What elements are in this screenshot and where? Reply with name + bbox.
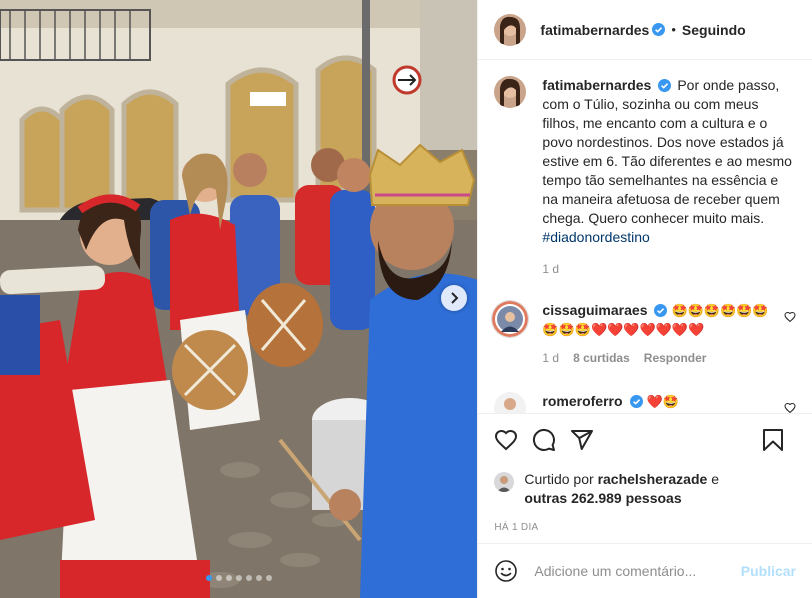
chevron-right-icon [451,292,459,304]
liked-by-text: Curtido por rachelsherazade e outras 262… [524,470,719,508]
comment-body: cissaguimaraes 🤩🤩🤩🤩🤩🤩🤩🤩🤩❤️❤️❤️❤️❤️❤️❤️ 1 … [542,301,772,368]
commenter-avatar-image [494,392,527,413]
like-button[interactable] [494,428,518,452]
carousel-dot [225,575,232,581]
comment-time[interactable]: 1 d [542,349,559,368]
commenter-avatar[interactable] [494,392,527,413]
author-avatar-image [494,13,527,46]
author-avatar[interactable] [494,13,527,46]
carousel-next-button[interactable] [441,285,467,311]
liked-by-and: e [711,471,719,487]
commenter-avatar-image [492,301,529,337]
publish-button[interactable]: Publicar [741,563,796,579]
share-button[interactable] [570,428,594,452]
comment-body: romeroferro ❤️🤩 [542,392,772,413]
reply-button[interactable]: Responder [644,349,707,368]
comment-likes[interactable]: 8 curtidas [573,349,630,368]
heart-icon [495,429,518,451]
comment-like-heart-icon[interactable] [784,311,796,323]
share-icon [571,430,594,450]
comment-input[interactable] [532,562,741,580]
verified-icon [652,23,666,36]
author-avatar-image [494,76,527,108]
verified-icon [629,395,643,408]
bookmark-icon [763,429,783,451]
save-button[interactable] [762,428,784,452]
emoji-icon[interactable] [494,559,518,583]
comment-meta: 1 d 8 curtidas Responder [542,349,772,368]
post-photo[interactable] [0,0,478,598]
comment-username[interactable]: romeroferro [542,393,622,409]
comment-item: cissaguimaraes 🤩🤩🤩🤩🤩🤩🤩🤩🤩❤️❤️❤️❤️❤️❤️❤️ 1 … [492,301,796,368]
carousel-dot [265,575,272,581]
commenter-avatar[interactable] [492,301,529,337]
header-separator: • [671,22,676,37]
verified-icon [654,304,668,317]
carousel-indicator [0,575,477,581]
photo-illustration [0,0,478,598]
post-modal: fatimabernardes • Seguindo fatimabernard… [0,0,812,598]
caption-time[interactable]: 1 d [542,260,794,279]
carousel-dot [205,575,212,581]
add-comment-bar: Publicar [478,543,812,598]
author-username[interactable]: fatimabernardes [540,22,649,38]
post-header: fatimabernardes • Seguindo [478,0,812,60]
liker-avatar[interactable] [494,472,515,492]
carousel-dot [215,575,222,581]
liked-by: Curtido por rachelsherazade e outras 262… [478,466,812,508]
comments-list: fatimabernardes Por onde passo, com o Túl… [478,60,812,413]
comment-item: romeroferro ❤️🤩 [494,392,796,413]
comment-icon [533,428,556,451]
liked-by-prefix: Curtido por [524,471,594,487]
caption: fatimabernardes Por onde passo, com o Túl… [494,76,796,279]
comment-text: ❤️🤩 [646,394,679,409]
liker-avatar-image [494,472,515,492]
caption-body: fatimabernardes Por onde passo, com o Túl… [542,76,794,279]
caption-username[interactable]: fatimabernardes [542,77,651,93]
hashtag-link[interactable]: #diadonordestino [542,229,649,245]
verified-icon [658,79,672,92]
liked-by-user[interactable]: rachelsherazade [598,471,708,487]
carousel-dot [245,575,252,581]
action-bar [478,413,812,466]
caption-text: Por onde passo, com o Túlio, sozinha ou … [542,77,792,226]
comment-username[interactable]: cissaguimaraes [542,302,647,318]
carousel-dot [255,575,262,581]
author-avatar[interactable] [494,76,527,108]
post-side-panel: fatimabernardes • Seguindo fatimabernard… [477,0,812,598]
liked-by-others[interactable]: outras 262.989 pessoas [524,490,681,506]
comment-button[interactable] [532,428,556,452]
carousel-dot [235,575,242,581]
following-button[interactable]: Seguindo [682,22,746,38]
comment-like-heart-icon[interactable] [784,402,796,413]
post-timestamp[interactable]: HÁ 1 DIA [478,508,812,543]
